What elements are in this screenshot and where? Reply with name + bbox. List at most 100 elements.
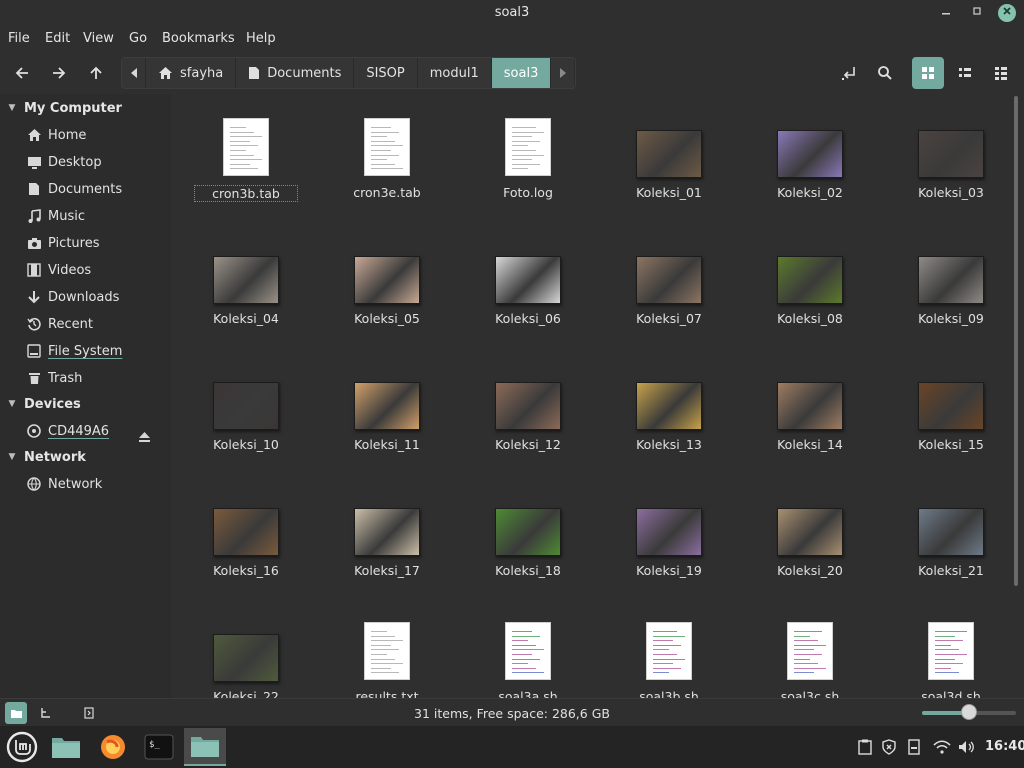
text-line	[935, 663, 963, 665]
file-name: cron3e.tab	[353, 185, 421, 200]
file-item[interactable]: results.txt	[327, 605, 447, 698]
sidebar-section-my-computer[interactable]: ▼ My Computer	[0, 98, 122, 118]
toggle-location-button[interactable]	[835, 60, 863, 86]
taskbar-firefox-launcher[interactable]	[92, 728, 134, 766]
zoom-slider-handle[interactable]	[961, 704, 977, 720]
file-item[interactable]: soal3a.sh	[468, 605, 588, 698]
file-item[interactable]: Koleksi_10	[186, 353, 306, 463]
sidebar-item-network[interactable]: Network	[26, 473, 102, 495]
image-thumbnail	[777, 256, 843, 304]
icon-view-button[interactable]	[912, 57, 944, 89]
file-item[interactable]: soal3c.sh	[750, 605, 870, 698]
sidebar-item-trash[interactable]: Trash	[26, 367, 82, 389]
sidebar-item-file-system[interactable]: File System	[26, 340, 122, 362]
file-item[interactable]: Koleksi_04	[186, 227, 306, 337]
breadcrumb-sfayha[interactable]: sfayha	[146, 58, 237, 88]
breadcrumb-modul1[interactable]: modul1	[418, 58, 492, 88]
menu-go[interactable]: Go	[129, 31, 147, 46]
taskbar-files-launcher[interactable]	[45, 728, 87, 766]
menu-file[interactable]: File	[8, 31, 30, 46]
file-item[interactable]: cron3e.tab	[327, 101, 447, 211]
breadcrumb-scroll-right[interactable]	[551, 58, 576, 88]
file-item[interactable]: Koleksi_19	[609, 479, 729, 589]
sidebar-section-devices[interactable]: ▼ Devices	[0, 394, 81, 414]
taskbar-files-window[interactable]	[184, 728, 226, 766]
menu-bookmarks[interactable]: Bookmarks	[162, 31, 235, 46]
sidebar-item-cd449a6[interactable]: CD449A6	[26, 420, 109, 442]
file-item[interactable]: Koleksi_02	[750, 101, 870, 211]
sidebar-item-recent[interactable]: Recent	[26, 313, 93, 335]
tray-updates[interactable]	[881, 739, 897, 755]
file-name: Koleksi_12	[495, 437, 561, 452]
search-button[interactable]	[871, 60, 899, 86]
file-item[interactable]: Koleksi_14	[750, 353, 870, 463]
taskbar-terminal-launcher[interactable]: $_	[138, 728, 180, 766]
file-item[interactable]: Koleksi_07	[609, 227, 729, 337]
file-item[interactable]: Koleksi_01	[609, 101, 729, 211]
sidebar-item-videos[interactable]: Videos	[26, 259, 91, 281]
sidebar-item-home[interactable]: Home	[26, 124, 86, 146]
breadcrumb-scroll-left[interactable]	[122, 58, 146, 88]
text-line	[512, 168, 528, 170]
text-line	[230, 168, 258, 170]
tray-network[interactable]	[932, 739, 952, 755]
sidebar-item-downloads[interactable]: Downloads	[26, 286, 119, 308]
sidebar-item-music[interactable]: Music	[26, 205, 85, 227]
scrollbar[interactable]	[1014, 96, 1018, 586]
start-menu-button[interactable]	[1, 728, 43, 766]
sidebar-item-desktop[interactable]: Desktop	[26, 151, 102, 173]
file-item[interactable]: Koleksi_18	[468, 479, 588, 589]
file-item[interactable]: Koleksi_20	[750, 479, 870, 589]
sidebar-section-network[interactable]: ▼ Network	[0, 447, 86, 467]
file-item[interactable]: Koleksi_15	[891, 353, 1011, 463]
file-item[interactable]: Koleksi_03	[891, 101, 1011, 211]
file-item[interactable]: Koleksi_22	[186, 605, 306, 698]
tray-volume[interactable]	[958, 739, 974, 755]
forward-button[interactable]	[45, 60, 73, 86]
menu-edit[interactable]: Edit	[45, 31, 70, 46]
tray-drive[interactable]	[906, 739, 922, 755]
window-title: soal3	[494, 5, 530, 20]
file-name: Koleksi_06	[495, 311, 561, 326]
script-file-icon	[787, 622, 833, 680]
file-name: Koleksi_05	[354, 311, 420, 326]
eject-button[interactable]	[138, 431, 151, 447]
back-button[interactable]	[8, 60, 36, 86]
file-item[interactable]: Koleksi_05	[327, 227, 447, 337]
menu-view[interactable]: View	[83, 31, 114, 46]
minimize-button[interactable]	[937, 4, 955, 22]
text-line	[371, 159, 387, 161]
file-item[interactable]: Koleksi_16	[186, 479, 306, 589]
file-name: Koleksi_20	[777, 563, 843, 578]
up-button[interactable]	[82, 60, 110, 86]
menu-help[interactable]: Help	[246, 31, 276, 46]
breadcrumb-soal3[interactable]: soal3	[491, 58, 552, 88]
sidebar-item-pictures[interactable]: Pictures	[26, 232, 99, 254]
breadcrumb-documents[interactable]: Documents	[236, 58, 355, 88]
text-line	[512, 145, 528, 147]
sidebar-item-documents[interactable]: Documents	[26, 178, 122, 200]
file-item[interactable]: soal3b.sh	[609, 605, 729, 698]
close-button[interactable]	[998, 4, 1016, 22]
file-item[interactable]: Koleksi_08	[750, 227, 870, 337]
text-line	[512, 654, 532, 655]
file-item[interactable]: cron3b.tab	[186, 101, 306, 211]
maximize-button[interactable]	[968, 4, 986, 22]
breadcrumb-sisop[interactable]: SISOP	[354, 58, 418, 88]
file-item[interactable]: Koleksi_06	[468, 227, 588, 337]
file-item[interactable]: Koleksi_09	[891, 227, 1011, 337]
file-item[interactable]: Koleksi_13	[609, 353, 729, 463]
tray-clipboard[interactable]	[857, 739, 873, 755]
file-item[interactable]: Koleksi_11	[327, 353, 447, 463]
text-line	[512, 644, 536, 646]
list-view-button[interactable]	[949, 57, 981, 89]
file-name: Koleksi_19	[636, 563, 702, 578]
compact-view-button[interactable]	[985, 57, 1017, 89]
file-item[interactable]: Koleksi_17	[327, 479, 447, 589]
file-item[interactable]: Foto.log	[468, 101, 588, 211]
file-item[interactable]: soal3d.sh	[891, 605, 1011, 698]
sidebar-item-label: Network	[48, 476, 103, 492]
file-item[interactable]: Koleksi_21	[891, 479, 1011, 589]
clock[interactable]: 16:40	[985, 739, 1024, 754]
file-item[interactable]: Koleksi_12	[468, 353, 588, 463]
